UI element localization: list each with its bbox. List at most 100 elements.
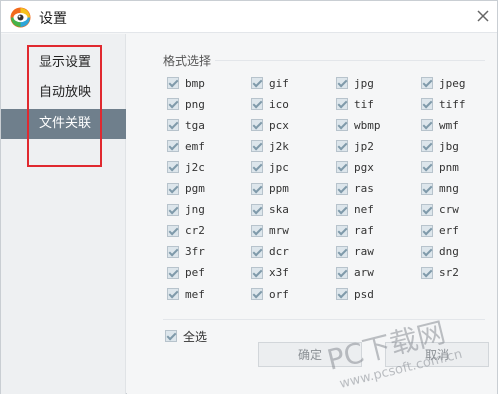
check-icon xyxy=(421,98,433,111)
format-checkbox-nef[interactable]: nef xyxy=(336,202,374,218)
format-label: ppm xyxy=(269,182,289,195)
format-label: jpeg xyxy=(439,76,466,90)
format-checkbox-tga[interactable]: tga xyxy=(167,117,205,133)
format-label: j2c xyxy=(185,160,205,174)
format-label: sr2 xyxy=(439,266,459,280)
format-checkbox-j2c[interactable]: j2c xyxy=(167,159,205,175)
format-label: pnm xyxy=(439,160,459,174)
format-checkbox-jpeg[interactable]: jpeg xyxy=(421,75,466,91)
check-icon xyxy=(167,119,179,132)
format-checkbox-ska[interactable]: ska xyxy=(251,202,289,218)
check-icon xyxy=(336,245,348,258)
check-icon xyxy=(421,266,433,279)
format-checkbox-jpc[interactable]: jpc xyxy=(251,159,289,175)
format-label: bmp xyxy=(185,76,205,90)
format-checkbox-bmp[interactable]: bmp xyxy=(167,75,205,91)
check-icon xyxy=(336,161,348,174)
format-label: raw xyxy=(354,245,374,259)
check-icon xyxy=(251,203,263,216)
select-all-label: 全选 xyxy=(183,329,208,344)
check-icon xyxy=(336,140,348,153)
check-icon xyxy=(421,119,433,132)
format-checkbox-mef[interactable]: mef xyxy=(167,286,205,302)
format-label: jng xyxy=(185,203,205,217)
check-icon xyxy=(336,98,348,111)
format-checkbox-wbmp[interactable]: wbmp xyxy=(336,117,381,133)
format-label: cr2 xyxy=(185,224,205,238)
check-icon xyxy=(167,182,179,195)
check-icon xyxy=(336,77,348,89)
check-icon xyxy=(167,288,179,300)
check-icon xyxy=(336,119,348,132)
format-checkbox-ras[interactable]: ras xyxy=(336,181,374,197)
sidebar-item-file-association[interactable]: 文件关联 xyxy=(1,109,126,139)
format-checkbox-dng[interactable]: dng xyxy=(421,244,459,260)
format-checkbox-gif[interactable]: gif xyxy=(251,75,289,91)
format-label: j2k xyxy=(269,139,289,153)
format-label: wmf xyxy=(439,118,459,132)
check-icon xyxy=(167,140,179,153)
format-checkbox-pnm[interactable]: pnm xyxy=(421,159,459,175)
format-checkbox-tiff[interactable]: tiff xyxy=(421,96,466,112)
format-checkbox-j2k[interactable]: j2k xyxy=(251,138,289,154)
format-checkbox-sr2[interactable]: sr2 xyxy=(421,265,459,281)
check-icon xyxy=(421,161,433,174)
format-checkbox-mrw[interactable]: mrw xyxy=(251,223,289,239)
close-icon[interactable] xyxy=(475,8,491,24)
format-checkbox-pgx[interactable]: pgx xyxy=(336,159,374,175)
cancel-button[interactable]: 取消 xyxy=(385,342,489,367)
format-checkbox-ico[interactable]: ico xyxy=(251,96,289,112)
format-label: tif xyxy=(354,97,374,111)
ok-button[interactable]: 确定 xyxy=(258,342,362,367)
format-checkbox-3fr[interactable]: 3fr xyxy=(167,244,205,260)
format-checkbox-dcr[interactable]: dcr xyxy=(251,244,289,260)
format-checkbox-erf[interactable]: erf xyxy=(421,223,459,239)
select-all-checkbox[interactable]: 全选 xyxy=(165,328,207,344)
format-label: jpg xyxy=(354,76,374,90)
format-checkbox-crw[interactable]: crw xyxy=(421,202,459,218)
format-checkbox-jbg[interactable]: jbg xyxy=(421,138,459,154)
format-checkbox-orf[interactable]: orf xyxy=(251,286,289,302)
format-checkbox-jpg[interactable]: jpg xyxy=(336,75,374,91)
format-checkbox-raw[interactable]: raw xyxy=(336,244,374,260)
format-checkbox-ppm[interactable]: ppm xyxy=(251,181,289,197)
title-bar: 设置 xyxy=(1,1,497,33)
format-checkbox-png[interactable]: png xyxy=(167,96,205,112)
format-label: emf xyxy=(185,139,205,153)
format-checkbox-raf[interactable]: raf xyxy=(336,223,374,239)
format-label: ska xyxy=(269,203,289,217)
sidebar-item-display-settings[interactable]: 显示设置 xyxy=(1,48,126,78)
format-label: gif xyxy=(269,76,289,90)
format-checkbox-jng[interactable]: jng xyxy=(167,202,205,218)
check-icon xyxy=(251,161,263,174)
format-checkbox-cr2[interactable]: cr2 xyxy=(167,223,205,239)
format-label: ras xyxy=(354,182,374,195)
format-checkbox-pcx[interactable]: pcx xyxy=(251,117,289,133)
sidebar: 显示设置 自动放映 文件关联 xyxy=(1,34,126,394)
check-icon xyxy=(165,330,177,342)
check-icon xyxy=(167,98,179,111)
check-icon xyxy=(251,77,263,89)
format-checkbox-mng[interactable]: mng xyxy=(421,181,459,197)
check-icon xyxy=(251,119,263,132)
format-checkbox-psd[interactable]: psd xyxy=(336,286,374,302)
format-checkbox-x3f[interactable]: x3f xyxy=(251,265,289,281)
check-icon xyxy=(167,266,179,279)
format-label: arw xyxy=(354,266,374,280)
check-icon xyxy=(421,203,433,216)
main-panel: 格式选择 bmp gif jpg jpeg png ico tif tiff tga pcx wbm… xyxy=(127,34,497,394)
format-checkbox-jp2[interactable]: jp2 xyxy=(336,138,374,154)
check-icon xyxy=(421,182,433,195)
format-checkbox-wmf[interactable]: wmf xyxy=(421,117,459,133)
group-title: 格式选择 xyxy=(163,52,216,69)
format-label: orf xyxy=(269,287,289,301)
format-label: crw xyxy=(439,203,459,217)
sidebar-item-autoplay[interactable]: 自动放映 xyxy=(1,78,126,108)
format-label: psd xyxy=(354,287,374,301)
format-checkbox-pgm[interactable]: pgm xyxy=(167,181,205,197)
format-checkbox-emf[interactable]: emf xyxy=(167,138,205,154)
format-checkbox-pef[interactable]: pef xyxy=(167,265,205,281)
format-checkbox-tif[interactable]: tif xyxy=(336,96,374,112)
check-icon xyxy=(251,266,263,279)
format-checkbox-arw[interactable]: arw xyxy=(336,265,374,281)
